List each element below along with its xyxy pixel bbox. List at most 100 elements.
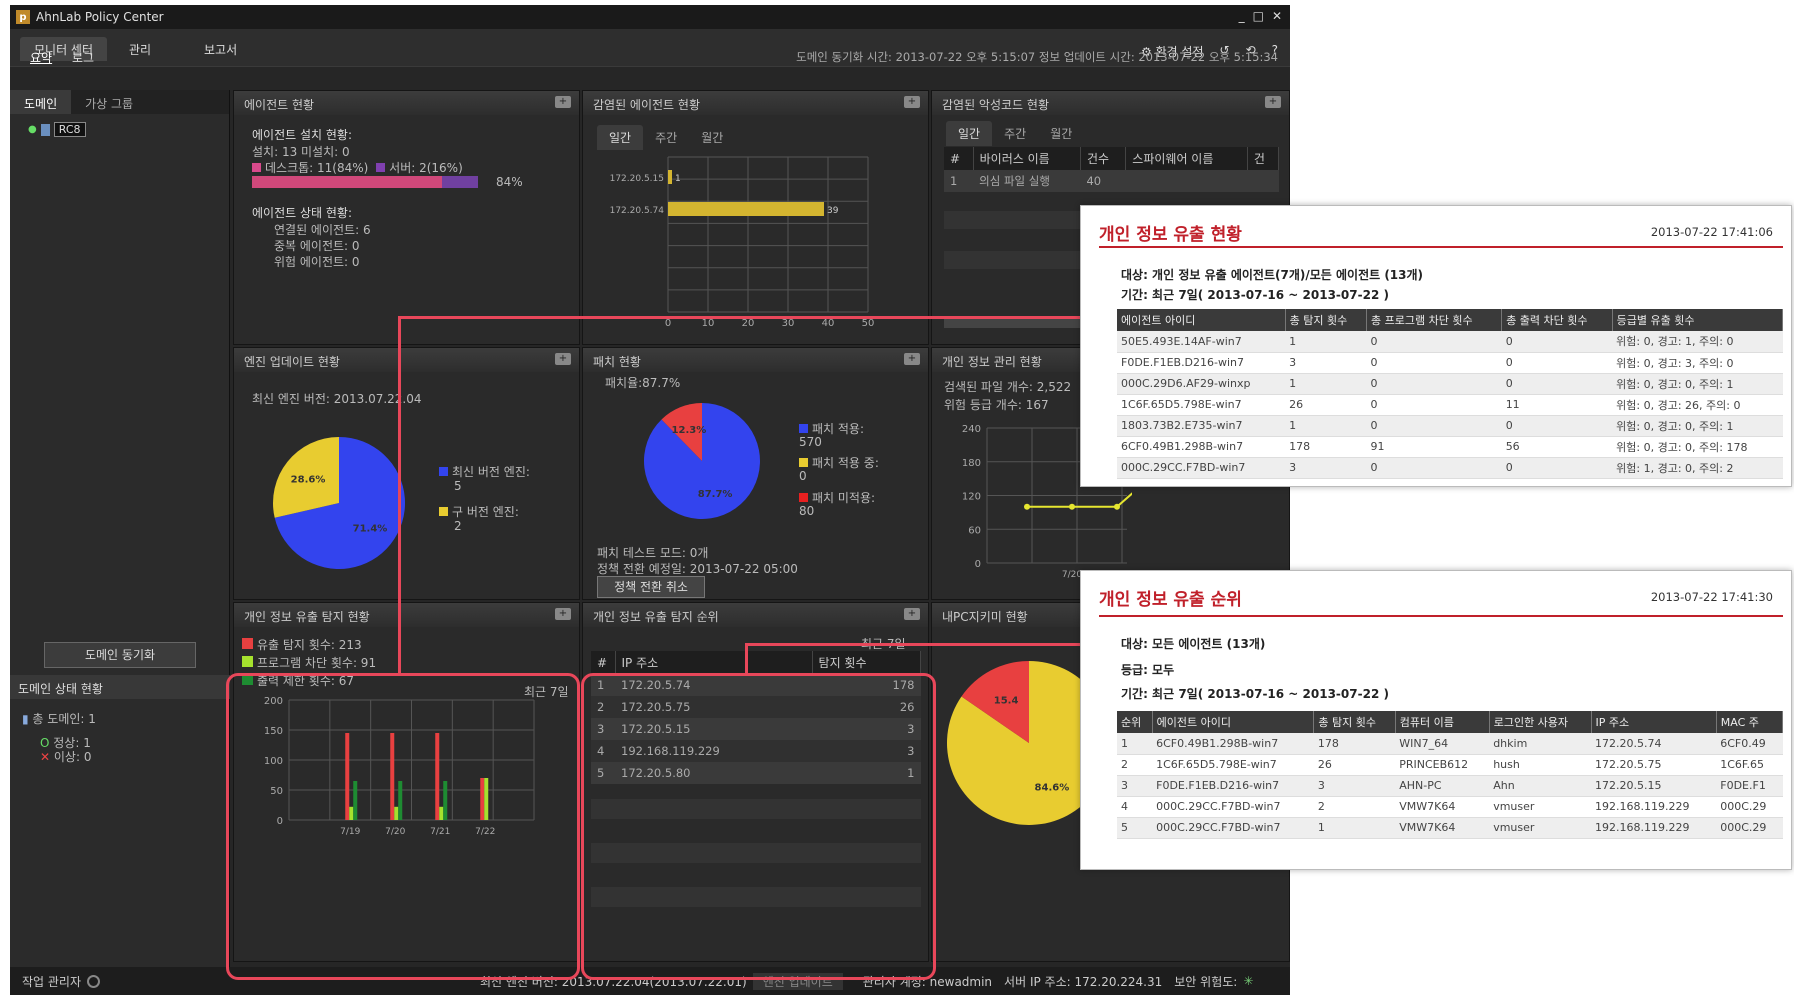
install-bar bbox=[252, 176, 478, 188]
title-divider bbox=[1099, 615, 1783, 617]
connector-line bbox=[745, 643, 748, 674]
col-spyware-name[interactable]: 스파이웨어 이름 bbox=[1125, 147, 1248, 170]
table-row: 6CF0.49B1.298B-win7 178 91 56 위험: 0, 경고: 0, … bbox=[1117, 436, 1783, 458]
cell: 3 bbox=[1285, 457, 1367, 479]
table-row: 1803.73B2.E735-win7 1 0 0 위험: 0, 경고: 0, 주의: … bbox=[1117, 415, 1783, 437]
col-no[interactable]: # bbox=[591, 651, 616, 674]
legend-latest-label: 최신 버전 엔진: bbox=[452, 465, 530, 479]
cell: 178 bbox=[1285, 436, 1367, 458]
col-detect-count[interactable]: 탐지 횟수 bbox=[812, 651, 922, 674]
report-target: 대상: 모든 에이전트 (13개) bbox=[1121, 637, 1266, 651]
expand-button[interactable]: + bbox=[1265, 96, 1281, 108]
task-manager-icon[interactable] bbox=[87, 974, 101, 988]
tab-monthly[interactable]: 월간 bbox=[1038, 121, 1084, 146]
report-target: 대상: 개인 정보 유출 에이전트(7개)/모든 에이전트 (13개) bbox=[1121, 268, 1424, 282]
security-risk: 보안 위험도: bbox=[1174, 974, 1238, 989]
cell: 192.168.119.229 bbox=[1591, 796, 1717, 818]
cell: 000C.29 bbox=[1716, 817, 1783, 839]
install-counts: 설치: 13 미설치: 0 bbox=[252, 145, 350, 159]
report-date: 2013-07-22 17:41:30 bbox=[1650, 590, 1773, 604]
malware-table: # 바이러스 이름 건수 스파이웨어 이름 건 1 의심 파일 실행 40 bbox=[944, 147, 1280, 192]
legend-old-count: 2 bbox=[454, 519, 462, 533]
maximize-button[interactable]: □ bbox=[1253, 9, 1264, 23]
tab-weekly[interactable]: 주간 bbox=[992, 121, 1038, 146]
slice-label: 84.6% bbox=[1035, 783, 1070, 794]
cell: 0 bbox=[1366, 352, 1502, 374]
cancel-policy-button[interactable]: 정책 전환 취소 bbox=[597, 576, 705, 598]
cell: 0 bbox=[1501, 373, 1613, 395]
total-domains-label: 총 도메인: 1 bbox=[32, 712, 96, 726]
table-row: 50E5.493E.14AF-win7 1 0 0 위험: 0, 경고: 1, 주의: … bbox=[1117, 331, 1783, 353]
y-tick-label: 60 bbox=[968, 525, 981, 536]
menu-reports[interactable]: 보고서 bbox=[190, 37, 251, 61]
cell: 4 bbox=[1117, 796, 1153, 818]
expand-button[interactable]: + bbox=[555, 353, 571, 365]
table-row[interactable]: 1 의심 파일 실행 40 bbox=[944, 170, 1279, 192]
col-count2[interactable]: 건 bbox=[1247, 147, 1280, 170]
col-virus-name[interactable]: 바이러스 이름 bbox=[973, 147, 1081, 170]
cell: WIN7_64 bbox=[1395, 733, 1490, 755]
col-login-user: 로그인한 사용자 bbox=[1489, 711, 1592, 733]
cell: 000C.29CC.F7BD-win7 bbox=[1152, 796, 1314, 818]
table-row: 000C.29CC.F7BD-win7 3 0 0 위험: 1, 경고: 0, 주의: … bbox=[1117, 457, 1783, 479]
domain-sync-button[interactable]: 도메인 동기화 bbox=[44, 642, 196, 668]
minimize-button[interactable]: _ bbox=[1239, 9, 1245, 23]
cell: 11 bbox=[1501, 394, 1613, 416]
cell: Ahn bbox=[1489, 775, 1592, 797]
install-pct: 84% bbox=[496, 175, 523, 189]
cell: 1 bbox=[1313, 817, 1396, 839]
col-count[interactable]: 건수 bbox=[1080, 147, 1127, 170]
cell: 3 bbox=[1285, 352, 1367, 374]
legend-applying: 패치 적용 중: bbox=[799, 454, 879, 471]
expand-button[interactable]: + bbox=[555, 608, 571, 620]
table-row: 2 1C6F.65D5.798E-win7 26 PRINCEB612 hush 172.… bbox=[1117, 754, 1783, 776]
title-bar: p AhnLab Policy Center _ □ ✕ bbox=[10, 5, 1290, 29]
cell: 6CF0.49B1.298B-win7 bbox=[1152, 733, 1314, 755]
expand-button[interactable]: + bbox=[904, 608, 920, 620]
col-no[interactable]: # bbox=[944, 147, 974, 170]
expand-button[interactable]: + bbox=[555, 96, 571, 108]
tab-daily[interactable]: 일간 bbox=[946, 121, 993, 146]
table-row: 000C.29D6.AF29-winxp 1 0 0 위험: 0, 경고: 0, 주의:… bbox=[1117, 373, 1783, 395]
domain-tree-node[interactable]: ● RC8 bbox=[28, 122, 86, 137]
task-manager-label[interactable]: 작업 관리자 bbox=[22, 973, 81, 990]
col-total-detect: 총 탐지 횟수 bbox=[1285, 309, 1368, 331]
cell: 1C6F.65D5.798E-win7 bbox=[1117, 394, 1286, 416]
bar bbox=[668, 202, 824, 216]
sync-info: 도메인 동기화 시간: 2013-07-22 오후 5:15:07 정보 업데이… bbox=[796, 50, 1278, 64]
subtab-summary[interactable]: 요약 bbox=[30, 49, 52, 66]
expand-button[interactable]: + bbox=[904, 353, 920, 365]
latest-engine: 최신 엔진 버전: 2013.07.22.04 bbox=[252, 392, 422, 406]
legend-applied-count: 570 bbox=[799, 435, 822, 449]
infected-agent-chart: 0 10 20 30 40 50 172.20.5.15 1 172.20.5.74 39 bbox=[610, 156, 874, 327]
expand-button[interactable]: + bbox=[904, 96, 920, 108]
close-button[interactable]: ✕ bbox=[1272, 9, 1282, 23]
leak-rank-report: 개인 정보 유출 순위 2013-07-22 17:41:30 대상: 모든 에… bbox=[1080, 570, 1792, 870]
risk-agents: 위험 에이전트: 0 bbox=[274, 255, 360, 269]
domain-status-title: 도메인 상태 현황 bbox=[10, 675, 230, 699]
legend-old: 구 버전 엔진: bbox=[439, 503, 519, 520]
desktop-swatch bbox=[252, 163, 261, 172]
left-panel: 도메인 가상 그룹 ● RC8 도메인 동기화 도메인 상태 현황 ▮ 총 도메… bbox=[10, 90, 230, 975]
col-program-block: 총 프로그램 차단 횟수 bbox=[1366, 309, 1503, 331]
tree-node-label: RC8 bbox=[53, 122, 86, 137]
menu-management[interactable]: 관리 bbox=[115, 37, 165, 61]
col-ip[interactable]: IP 주소 bbox=[615, 651, 813, 674]
agent-panel-title: 에이전트 현황 bbox=[244, 98, 315, 112]
tab-virtual-group[interactable]: 가상 그룹 bbox=[71, 90, 147, 114]
cell: 1 bbox=[1117, 733, 1153, 755]
connector-line bbox=[398, 316, 401, 674]
install-bar-fill bbox=[252, 176, 442, 188]
server-icon: ▮ bbox=[22, 712, 33, 726]
state-title: 에이전트 상태 현황: bbox=[252, 206, 352, 220]
cell: 1 bbox=[944, 170, 974, 192]
patch-panel: 패치 현황 + 패치율:87.7% 87.7% 12.3% 패치 적용: 570 패… bbox=[582, 347, 929, 600]
tab-domain[interactable]: 도메인 bbox=[10, 90, 72, 114]
privacy-mgmt-title: 개인 정보 관리 현황 bbox=[942, 355, 1042, 369]
highlight-box-left bbox=[226, 673, 580, 980]
subtab-log[interactable]: 로그 bbox=[72, 49, 94, 66]
cell: 91 bbox=[1366, 436, 1502, 458]
cell: 1803.73B2.E735-win7 bbox=[1117, 415, 1286, 437]
title-divider bbox=[1099, 246, 1783, 248]
engine-panel: 엔진 업데이트 현황 + 최신 엔진 버전: 2013.07.22.04 71.4… bbox=[233, 347, 580, 600]
